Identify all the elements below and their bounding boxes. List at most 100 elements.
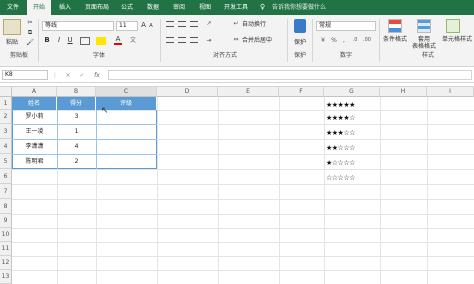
column-header-f[interactable]: F — [279, 87, 324, 97]
tab-review[interactable]: 审阅 — [168, 0, 190, 15]
shrink-font-icon[interactable]: A — [148, 23, 154, 30]
format-as-table-icon[interactable] — [417, 19, 431, 33]
star-rating[interactable]: ☆☆☆☆☆ — [326, 172, 374, 184]
column-header-c[interactable]: C — [96, 87, 157, 97]
bold-button[interactable]: B — [43, 37, 51, 44]
row-header[interactable]: 1 — [0, 97, 12, 110]
row-header[interactable]: 6 — [0, 169, 12, 184]
wrap-text-icon[interactable]: ↵ — [232, 20, 240, 27]
align-middle-icon[interactable] — [178, 21, 186, 27]
row-header[interactable]: 5 — [0, 154, 12, 169]
star-rating[interactable]: ★★★☆☆ — [326, 127, 374, 139]
fill-color-icon[interactable] — [96, 37, 106, 45]
row-header[interactable]: 9 — [0, 214, 12, 228]
conditional-format-icon[interactable] — [388, 19, 402, 33]
row-header[interactable]: 3 — [0, 124, 12, 139]
tab-view[interactable]: 视图 — [194, 0, 216, 15]
table-cell-rating[interactable] — [96, 156, 157, 168]
row-header[interactable]: 10 — [0, 228, 12, 242]
merge-icon[interactable]: ⇔ — [232, 36, 240, 43]
tab-data[interactable]: 数据 — [142, 0, 164, 15]
tab-page-layout[interactable]: 页面布局 — [80, 0, 114, 15]
select-all-corner[interactable] — [0, 87, 12, 97]
comma-icon[interactable]: , — [340, 37, 348, 44]
align-center-icon[interactable] — [178, 37, 186, 43]
table-cell-score[interactable]: 2 — [57, 156, 96, 168]
underline-button[interactable]: U — [66, 37, 74, 44]
cancel-icon[interactable]: ✕ — [64, 72, 72, 79]
table-header-name[interactable]: 姓名 — [12, 97, 57, 110]
table-cell-name[interactable]: 王一凌 — [12, 126, 57, 138]
cell-styles-icon[interactable] — [446, 19, 460, 33]
enter-icon[interactable]: ✓ — [78, 72, 86, 79]
row-header[interactable]: 2 — [0, 110, 12, 124]
currency-icon[interactable]: ¥ — [318, 37, 328, 44]
font-size-select[interactable]: 11 — [116, 21, 138, 31]
name-box[interactable]: K8 — [2, 70, 48, 80]
column-header-b[interactable]: B — [57, 87, 96, 97]
column-header-d[interactable]: D — [157, 87, 218, 97]
star-rating[interactable]: ★★☆☆☆ — [326, 142, 374, 154]
star-rating[interactable]: ★★★★★ — [326, 99, 374, 111]
column-header-a[interactable]: A — [12, 87, 57, 97]
lock-icon[interactable] — [294, 19, 306, 33]
cut-icon[interactable]: ✂ — [26, 19, 34, 26]
column-header-i[interactable]: I — [427, 87, 474, 97]
tab-developer[interactable]: 开发工具 — [220, 0, 252, 15]
percent-icon[interactable]: % — [330, 37, 338, 44]
row-header[interactable]: 13 — [0, 270, 12, 284]
fx-icon[interactable]: fx — [92, 72, 102, 79]
paste-icon[interactable] — [3, 19, 21, 35]
cell-styles-button[interactable]: 单元格样式 — [440, 36, 474, 43]
row-header[interactable]: 7 — [0, 184, 12, 199]
row-header[interactable]: 11 — [0, 242, 12, 256]
decrease-decimal-icon[interactable]: .00 — [362, 37, 372, 44]
table-divider — [12, 124, 157, 125]
table-cell-name[interactable]: 陈明君 — [12, 156, 57, 168]
table-header-score[interactable]: 得分 — [57, 97, 96, 110]
copy-icon[interactable]: ⧉ — [26, 29, 34, 36]
align-top-icon[interactable] — [166, 21, 174, 27]
conditional-format-button[interactable]: 条件格式 — [381, 36, 409, 43]
table-cell-score[interactable]: 4 — [57, 141, 96, 153]
align-right-icon[interactable] — [190, 37, 198, 43]
font-color-icon[interactable]: A — [114, 36, 122, 45]
tab-insert[interactable]: 插入 — [54, 0, 76, 15]
increase-decimal-icon[interactable]: .0 — [350, 37, 360, 44]
column-header-h[interactable]: H — [380, 87, 427, 97]
merge-center-button[interactable]: 合并后居中 — [242, 37, 284, 44]
italic-button[interactable]: I — [55, 37, 63, 44]
format-as-table-button[interactable]: 套用 表格格式 — [410, 36, 438, 50]
table-cell-score[interactable]: 1 — [57, 126, 96, 138]
table-cell-rating[interactable] — [96, 126, 157, 138]
phonetic-icon[interactable]: 文 — [128, 37, 138, 44]
table-cell-name[interactable]: 罗小莉 — [12, 111, 57, 123]
protect-button[interactable]: 保护 — [290, 39, 310, 46]
format-painter-icon[interactable]: 🖌 — [26, 39, 34, 46]
table-cell-score[interactable]: 3 — [57, 111, 96, 123]
paste-button[interactable]: 粘贴 — [0, 39, 24, 46]
grow-font-icon[interactable]: A — [140, 22, 147, 29]
column-header-e[interactable]: E — [218, 87, 279, 97]
wrap-text-button[interactable]: 自动换行 — [242, 21, 282, 28]
row-header[interactable]: 4 — [0, 139, 12, 154]
tab-formulas[interactable]: 公式 — [116, 0, 138, 15]
orientation-icon[interactable]: ↗ — [204, 20, 214, 27]
star-rating[interactable]: ★★★★☆ — [326, 112, 374, 124]
row-header[interactable]: 8 — [0, 199, 12, 214]
tab-home[interactable]: 开始 — [27, 0, 51, 15]
align-left-icon[interactable] — [166, 37, 174, 43]
row-header[interactable]: 12 — [0, 256, 12, 270]
align-bottom-icon[interactable] — [190, 21, 198, 27]
star-rating[interactable]: ★☆☆☆☆ — [326, 157, 374, 169]
formula-input[interactable] — [108, 70, 472, 80]
indent-icon[interactable]: ⇥ — [204, 37, 214, 44]
borders-icon[interactable] — [80, 37, 90, 45]
tab-file[interactable]: 文件 — [2, 0, 24, 15]
font-name-select[interactable]: 等线 — [42, 21, 114, 31]
table-cell-name[interactable]: 李潇潇 — [12, 141, 57, 153]
tell-me-search[interactable]: 告诉我你想要做什么 — [272, 0, 326, 15]
number-format-select[interactable]: 常规 — [316, 21, 376, 31]
column-header-g[interactable]: G — [324, 87, 380, 97]
table-cell-rating[interactable] — [96, 141, 157, 153]
